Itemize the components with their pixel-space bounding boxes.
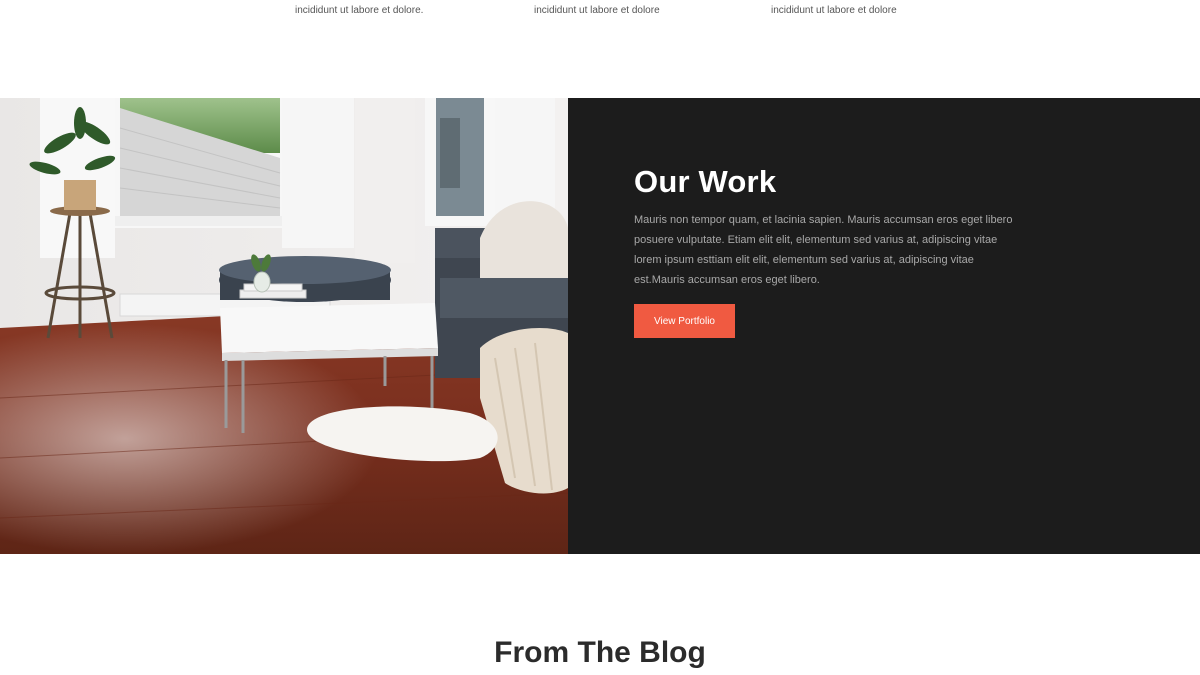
our-work-heading: Our Work — [634, 164, 777, 199]
living-room-photo — [0, 98, 568, 554]
features-captions: incididunt ut labore et dolore. incididu… — [0, 0, 1200, 98]
our-work-description: Mauris non tempor quam, et lacinia sapie… — [634, 214, 1013, 286]
feature-caption: incididunt ut labore et dolore — [534, 5, 660, 16]
view-portfolio-button[interactable]: View Portfolio — [634, 304, 735, 338]
feature-caption: incididunt ut labore et dolore. — [295, 5, 424, 16]
our-work-panel: Our Work Mauris non tempor quam, et laci… — [568, 98, 1200, 554]
blog-section-heading: From The Blog — [494, 636, 706, 669]
feature-caption: incididunt ut labore et dolore — [771, 5, 897, 16]
our-work-section: Our Work Mauris non tempor quam, et laci… — [0, 98, 1200, 554]
